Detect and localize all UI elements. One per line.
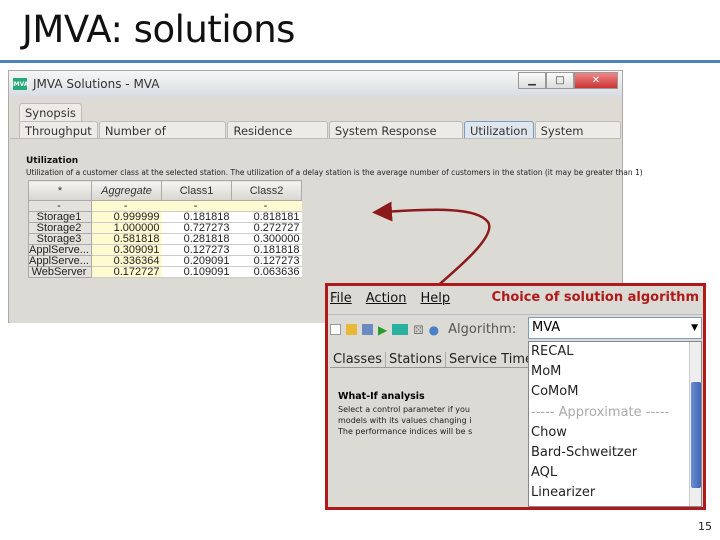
new-file-icon[interactable] xyxy=(330,324,341,335)
callout-caption: Choice of solution algorithm xyxy=(491,290,699,305)
algorithm-option[interactable]: MoM xyxy=(529,362,701,382)
save-icon[interactable] xyxy=(362,324,373,335)
algorithm-selected-value: MVA xyxy=(532,320,561,335)
algorithm-option[interactable]: AQL xyxy=(529,463,701,483)
chevron-down-icon[interactable]: ▼ xyxy=(691,318,698,338)
algorithm-dropdown-list: RECAL MoM CoMoM ----- Approximate ----- Chow… xyxy=(528,341,702,507)
algorithm-option[interactable]: Chow xyxy=(529,423,701,443)
whatif-line: The performance indices will be s xyxy=(338,427,473,436)
menu-bar: File Action Help xyxy=(330,291,450,306)
menu-help[interactable]: Help xyxy=(420,291,450,306)
algorithm-option[interactable]: RECAL xyxy=(529,342,701,362)
algorithm-select[interactable]: MVA ▼ xyxy=(528,317,702,339)
scrollbar-thumb[interactable] xyxy=(691,382,701,488)
algorithm-option[interactable]: Bard-Schweitzer xyxy=(529,443,701,463)
whatif-title: What-If analysis xyxy=(338,391,425,402)
page-number: 15 xyxy=(698,520,712,533)
whatif-text: Select a control parameter if you models… xyxy=(338,404,474,437)
inset-tabs: Classes Stations Service Times xyxy=(330,352,544,368)
algorithm-option[interactable]: Linearizer xyxy=(529,483,701,503)
algorithm-option: ----- Approximate ----- xyxy=(531,404,670,420)
algorithm-option[interactable]: CoMoM xyxy=(529,382,701,402)
jmva-main-window-inset: File Action Help Choice of solution algo… xyxy=(325,283,706,510)
open-folder-icon[interactable] xyxy=(346,324,357,335)
dropdown-scrollbar[interactable] xyxy=(689,342,701,506)
menu-file[interactable]: File xyxy=(330,291,352,306)
algorithm-label: Algorithm: xyxy=(448,322,517,337)
whatif-line: models with its values changing i xyxy=(338,416,472,425)
tab-classes[interactable]: Classes xyxy=(330,352,386,367)
solve-play-icon[interactable]: ▶ xyxy=(378,323,387,337)
simulate-icon[interactable] xyxy=(392,324,409,335)
help-icon[interactable]: ● xyxy=(429,323,439,337)
whatif-line: Select a control parameter if you xyxy=(338,405,470,414)
menu-action[interactable]: Action xyxy=(366,291,407,306)
randomize-dice-icon[interactable]: ⚄ xyxy=(413,323,423,337)
tab-stations[interactable]: Stations xyxy=(386,352,446,367)
